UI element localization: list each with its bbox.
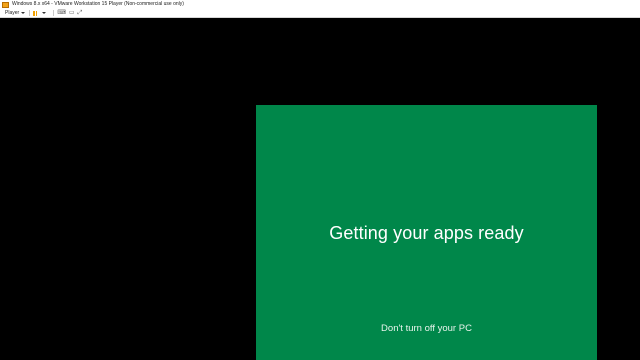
unity-button[interactable]: ▭ <box>69 10 75 17</box>
player-toolbar: Player ⌨ ▭ ⤢ <box>0 9 640 18</box>
send-ctrl-alt-del-icon: ⌨ <box>57 9 66 16</box>
player-menu-button[interactable]: Player <box>5 10 26 16</box>
fullscreen-button[interactable]: ⤢ <box>78 10 83 17</box>
power-dropdown-button[interactable] <box>40 10 47 17</box>
toolbar-divider <box>29 10 31 16</box>
player-menu-label: Player <box>5 10 20 16</box>
guest-os-screen[interactable]: Getting your apps ready Don't turn off y… <box>256 105 597 360</box>
fullscreen-icon: ⤢ <box>77 9 83 16</box>
title-bar: Windows 8.x x64 - VMware Workstation 15 … <box>0 0 640 9</box>
setup-subline: Don't turn off your PC <box>381 323 472 334</box>
vmware-app-icon <box>2 1 9 8</box>
window-title: Windows 8.x x64 - VMware Workstation 15 … <box>12 1 184 7</box>
dropdown-icon <box>42 12 47 14</box>
vmware-player-window: Windows 8.x x64 - VMware Workstation 15 … <box>0 0 640 360</box>
toolbar-divider <box>53 10 55 16</box>
unity-icon: ▭ <box>68 9 75 16</box>
pause-icon <box>33 10 38 16</box>
pause-button[interactable] <box>33 10 38 17</box>
setup-headline: Getting your apps ready <box>329 223 524 243</box>
chevron-down-icon <box>21 12 26 14</box>
send-ctrl-alt-del-button[interactable]: ⌨ <box>57 10 66 17</box>
